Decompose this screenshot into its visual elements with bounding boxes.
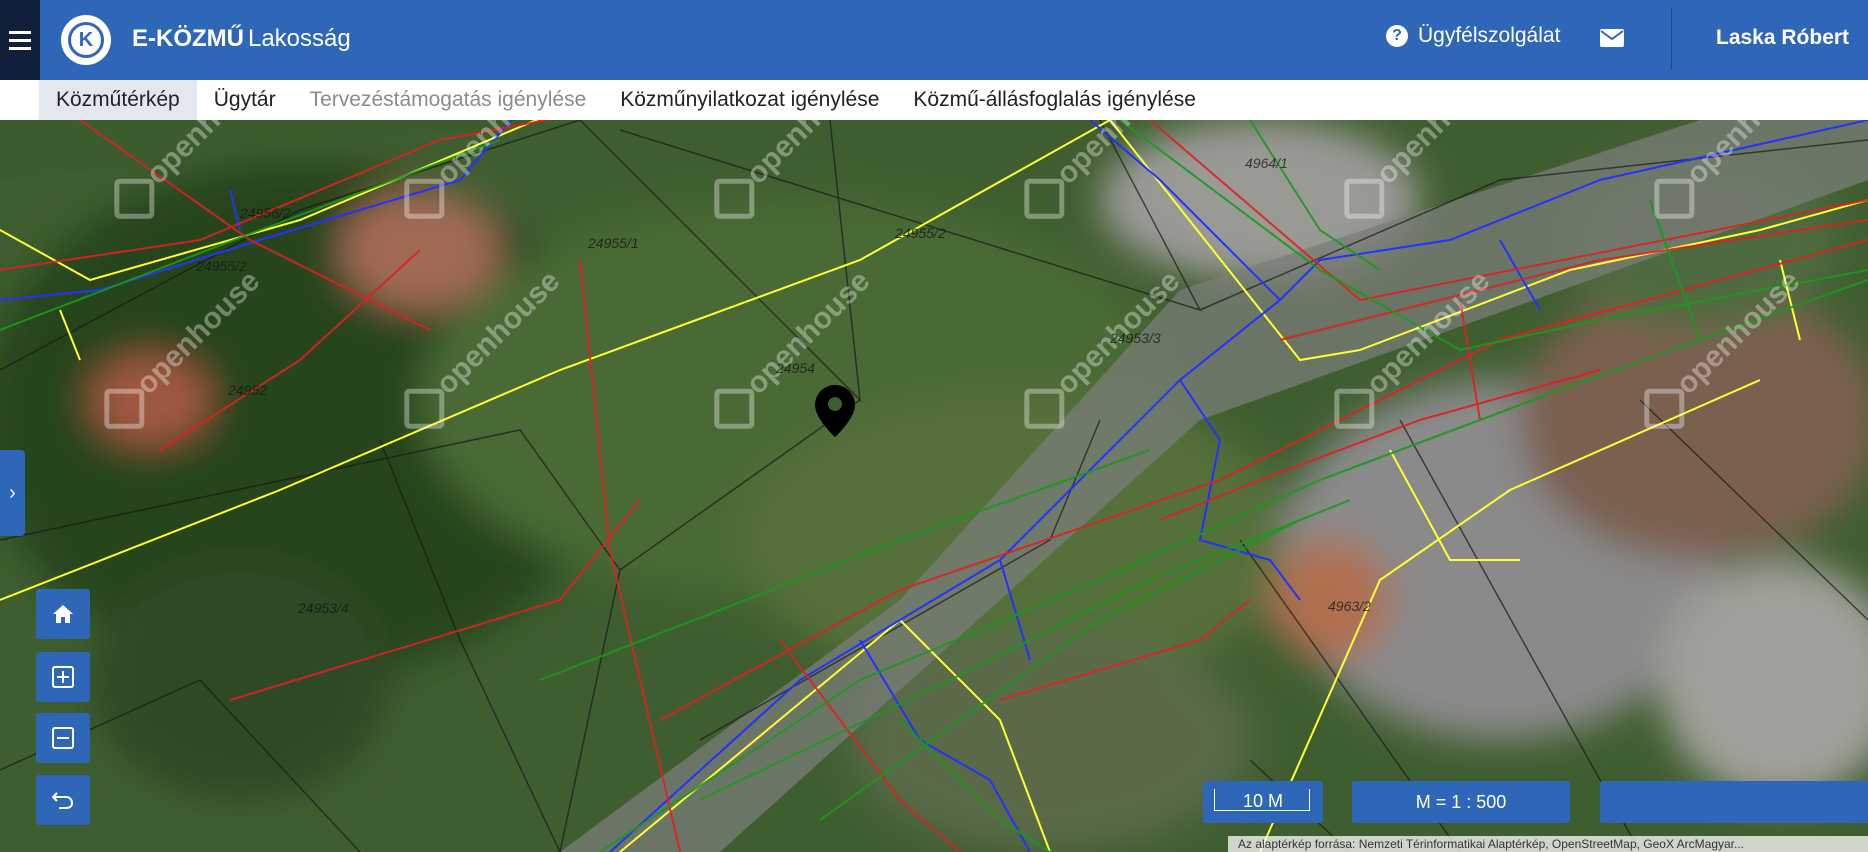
parcel-label: 24954	[776, 360, 815, 376]
brand-title: E-KÖZMŰ Lakosság	[132, 24, 351, 54]
scale-label: 10 M	[1242, 791, 1284, 811]
home-icon	[53, 605, 73, 623]
chevron-right-icon: ›	[9, 481, 16, 504]
nav-item-kozmu-allasfoglalas[interactable]: Közmű-állásfoglalás igénylése	[896, 80, 1213, 120]
home-button[interactable]	[36, 589, 90, 639]
parcel-label: 24956/2	[240, 205, 291, 221]
brand-light: Lakosság	[247, 25, 351, 52]
menu-icon[interactable]	[0, 0, 40, 80]
nav-item-kozmuterkep[interactable]: Közműtérkép	[39, 80, 197, 120]
nav-item-tervezestamogatas: Tervezéstámogatás igénylése	[309, 88, 587, 111]
header-divider	[1671, 8, 1672, 70]
zoom-in-icon	[52, 666, 74, 688]
help-link[interactable]: ? Ügyfélszolgálat	[1386, 24, 1560, 48]
parcel-label: 24952	[228, 382, 267, 398]
location-pin-icon[interactable]	[815, 385, 855, 437]
back-button[interactable]	[36, 775, 90, 825]
nav-item-ugytar[interactable]: Ügytár	[197, 80, 293, 120]
parcel-label: 24955/1	[588, 235, 639, 251]
mail-icon[interactable]	[1600, 29, 1624, 47]
back-icon	[51, 792, 74, 809]
help-icon: ?	[1386, 25, 1408, 47]
main-nav: Közműtérkép Ügytár Tervezéstámogatás igé…	[0, 80, 1868, 120]
parcel-label: 4963/2	[1328, 598, 1371, 614]
nav-item-kozmunyilatkozat[interactable]: Közműnyilatkozat igénylése	[603, 80, 896, 120]
sidebar-toggle[interactable]: ›	[0, 450, 25, 536]
zoom-out-button[interactable]	[36, 713, 90, 763]
parcel-label: 24953/3	[1110, 330, 1161, 346]
map-canvas[interactable]: openhouse openhouse openhouse openhouse …	[0, 120, 1868, 852]
coordinate-panel	[1600, 781, 1868, 823]
zoom-in-button[interactable]	[36, 652, 90, 702]
app-header: K E-KÖZMŰ Lakosság ? Ügyfélszolgálat Lask…	[0, 0, 1868, 80]
zoom-out-icon	[52, 727, 74, 749]
logo[interactable]: K	[61, 15, 111, 65]
parcel-label: 24953/4	[298, 600, 349, 616]
user-name[interactable]: Laska Róbert	[1716, 26, 1849, 50]
brand-bold: E-KÖZMŰ	[132, 25, 244, 52]
parcel-label: 24955/2	[196, 258, 247, 274]
parcel-label: 24955/2	[895, 225, 946, 241]
parcel-label: 4964/1	[1245, 155, 1288, 171]
scale-bar: 10 M	[1203, 781, 1323, 823]
scale-ratio[interactable]: M = 1 : 500	[1352, 781, 1570, 823]
logo-letter: K	[68, 22, 104, 58]
map-attribution: Az alaptérkép forrása: Nemzeti Térinform…	[1228, 836, 1868, 852]
help-label: Ügyfélszolgálat	[1418, 24, 1561, 47]
